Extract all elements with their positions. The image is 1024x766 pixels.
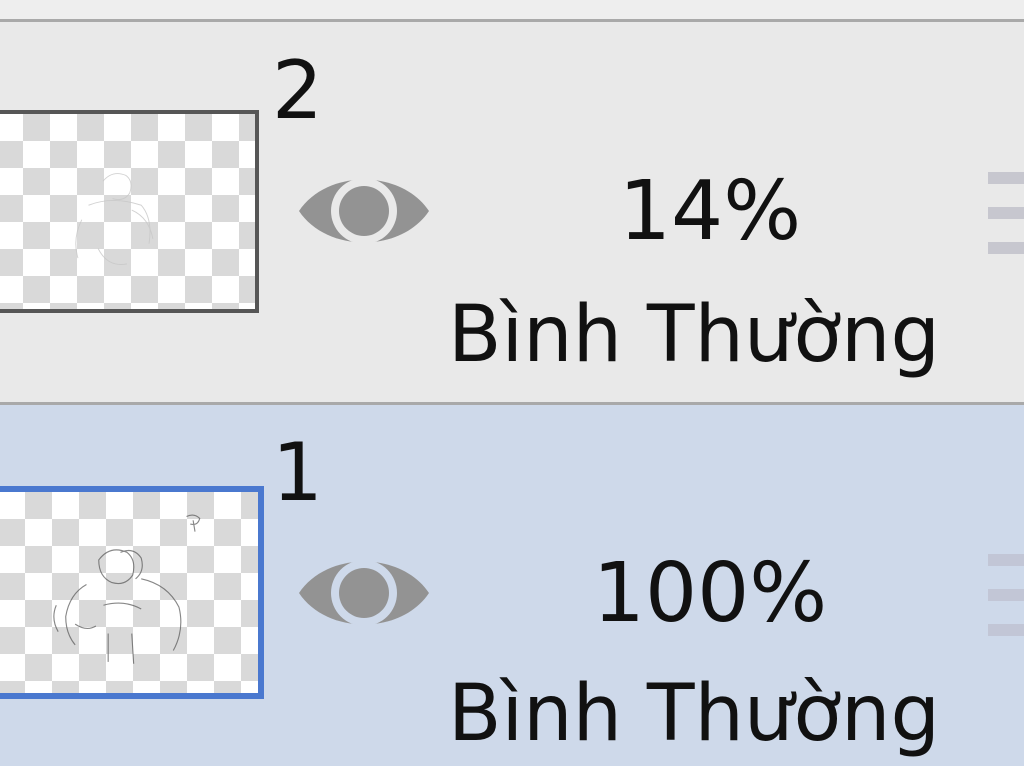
drag-handle-icon[interactable] [988, 172, 1024, 254]
layer-number: 2 [272, 44, 323, 137]
blend-mode-label[interactable]: Bình Thường [444, 675, 944, 753]
layer-thumbnail[interactable] [0, 486, 264, 699]
layer-row-2[interactable]: 2 14% Bình Thường [0, 22, 1024, 402]
drag-handle-icon[interactable] [988, 554, 1024, 636]
eye-icon[interactable] [297, 545, 431, 641]
layer-row-1[interactable]: 1 100% Bình Thường [0, 405, 1024, 766]
sketch-image [75, 173, 154, 265]
panel-top-strip [0, 0, 1024, 20]
opacity-value[interactable]: 100% [560, 553, 860, 635]
opacity-value[interactable]: 14% [560, 171, 860, 253]
layer-thumbnail[interactable] [0, 110, 259, 313]
layers-panel: 2 14% Bình Thường 1 100% Bình Thường [0, 0, 1024, 766]
sketch-image [53, 514, 201, 664]
blend-mode-label[interactable]: Bình Thường [444, 296, 944, 374]
eye-icon[interactable] [297, 163, 431, 259]
layer-number: 1 [272, 426, 323, 519]
